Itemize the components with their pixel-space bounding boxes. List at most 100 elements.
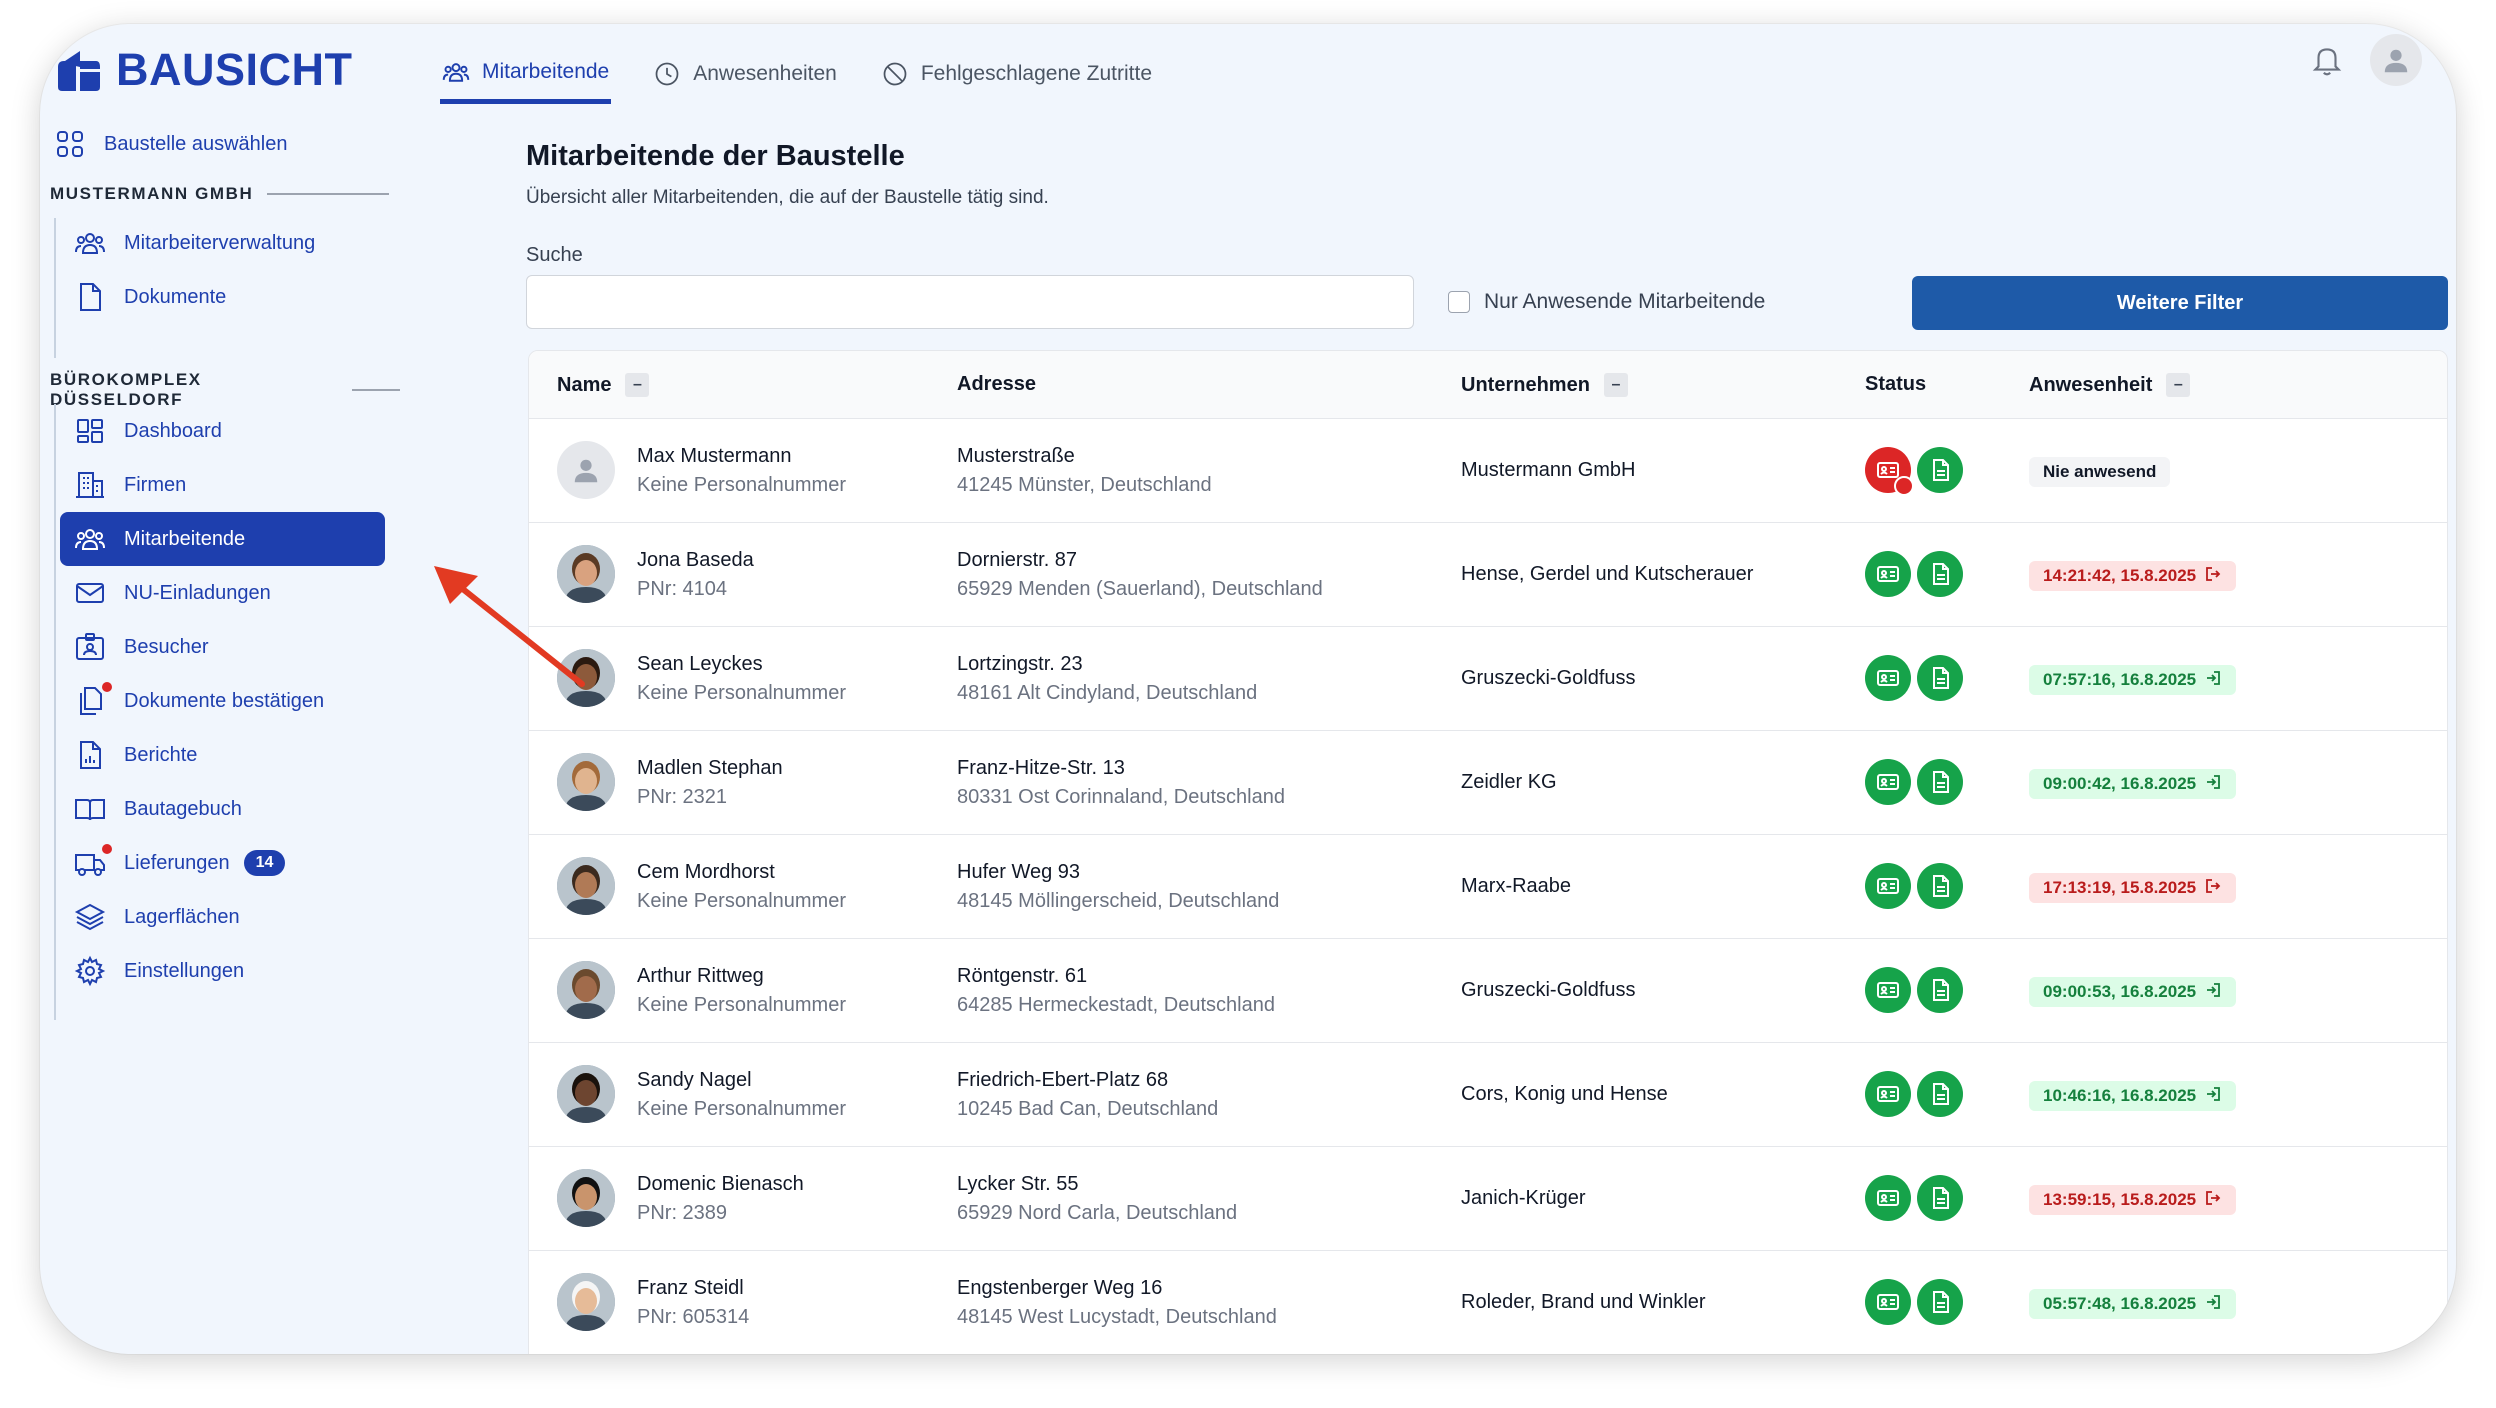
tab-mitarbeitende[interactable]: Mitarbeitende (440, 44, 612, 104)
id-card-status-icon[interactable] (1865, 1071, 1911, 1117)
address-cell: Franz-Hitze-Str. 13 80331 Ost Corinnaland… (957, 757, 1285, 809)
gear-icon (74, 955, 106, 987)
section-divider (352, 389, 400, 391)
report-icon (80, 741, 101, 769)
employee-name[interactable]: Franz Steidl (637, 1277, 749, 1300)
id-card-status-icon[interactable] (1865, 655, 1911, 701)
address-city: 65929 Menden (Sauerland), Deutschland (957, 578, 1323, 600)
address-cell: Musterstraße 41245 Münster, Deutschland (957, 445, 1212, 497)
id-card-status-icon[interactable] (1865, 1175, 1911, 1221)
employee-name[interactable]: Cem Mordhorst (637, 861, 846, 884)
attendance-badge: 07:57:16, 16.8.2025 (2029, 665, 2237, 695)
sidebar-item-bautagebuch[interactable]: Bautagebuch (60, 782, 385, 836)
employee-pnr: Keine Personalnummer (637, 682, 846, 704)
document-status-icon[interactable] (1917, 1071, 1963, 1117)
more-filters-button[interactable]: Weitere Filter (1912, 276, 2448, 330)
address-city: 41245 Münster, Deutschland (957, 474, 1212, 496)
employee-name-cell: Max Mustermann Keine Personalnummer (637, 445, 846, 497)
sort-company-button[interactable]: – (1603, 373, 1628, 397)
employee-name[interactable]: Domenic Bienasch (637, 1173, 804, 1196)
document-status-icon[interactable] (1917, 1279, 1963, 1325)
table-row[interactable]: Franz Steidl PNr: 605314 Engstenberger Weg… (529, 1251, 2447, 1354)
status-cell (1865, 759, 1963, 805)
employee-name[interactable]: Max Mustermann (637, 445, 846, 468)
sidebar-item-label: Berichte (124, 743, 198, 766)
sidebar-item-mitarbeiterverwaltung[interactable]: Mitarbeiterverwaltung (60, 216, 385, 270)
user-icon (2384, 49, 2408, 73)
document-status-icon[interactable] (1917, 967, 1963, 1013)
table-row[interactable]: Max Mustermann Keine Personalnummer Muster… (529, 419, 2447, 523)
notification-dot (102, 844, 112, 854)
avatar (557, 1273, 615, 1331)
status-cell (1865, 1071, 1963, 1117)
only-present-filter[interactable]: Nur Anwesende Mitarbeitende (1448, 290, 1765, 314)
table-row[interactable]: Arthur Rittweg Keine Personalnummer Röntge… (529, 939, 2447, 1043)
sidebar-item-firmen[interactable]: Firmen (60, 458, 385, 512)
column-label: Unternehmen (1461, 373, 1590, 396)
employee-name[interactable]: Sandy Nagel (637, 1069, 846, 1092)
search-input[interactable] (526, 275, 1414, 329)
only-present-checkbox[interactable] (1448, 291, 1470, 313)
document-status-icon[interactable] (1917, 447, 1963, 493)
app-window: BAUSICHT Baustelle auswählen MUSTERMANN … (40, 24, 2456, 1354)
employee-pnr: PNr: 4104 (637, 578, 728, 600)
table-row[interactable]: Sean Leyckes Keine Personalnummer Lortzing… (529, 627, 2447, 731)
column-label: Adresse (957, 373, 1036, 395)
address-cell: Friedrich-Ebert-Platz 68 10245 Bad Can, D… (957, 1069, 1218, 1121)
employee-name[interactable]: Madlen Stephan (637, 757, 783, 780)
id-card-status-icon[interactable] (1865, 967, 1911, 1013)
document-icon (80, 283, 101, 311)
book-icon (75, 799, 105, 821)
employee-name-cell: Sean Leyckes Keine Personalnummer (637, 653, 846, 705)
sidebar-item-mitarbeitende[interactable]: Mitarbeitende (60, 512, 385, 566)
document-status-icon[interactable] (1917, 551, 1963, 597)
bell-icon[interactable] (2310, 43, 2344, 77)
id-card-status-icon[interactable] (1865, 863, 1911, 909)
column-header-name: Name – (557, 373, 650, 397)
section-line (54, 218, 56, 358)
company-cell: Janich-Krüger (1461, 1187, 1586, 1209)
page-subtitle: Übersicht aller Mitarbeitenden, die auf … (526, 187, 1049, 208)
sidebar-item-dashboard[interactable]: Dashboard (60, 404, 385, 458)
table-row[interactable]: Madlen Stephan PNr: 2321 Franz-Hitze-Str. … (529, 731, 2447, 835)
users-icon (442, 62, 470, 82)
employee-pnr: PNr: 2321 (637, 786, 728, 808)
document-status-icon[interactable] (1917, 863, 1963, 909)
id-card-status-icon[interactable] (1865, 447, 1914, 496)
sort-attendance-button[interactable]: – (2166, 373, 2191, 397)
error-badge (1894, 476, 1914, 496)
document-status-icon[interactable] (1917, 1175, 1963, 1221)
employee-name[interactable]: Sean Leyckes (637, 653, 846, 676)
address-street: Friedrich-Ebert-Platz 68 (957, 1069, 1169, 1091)
table-row[interactable]: Cem Mordhorst Keine Personalnummer Hufer W… (529, 835, 2447, 939)
sidebar-item-einstellungen[interactable]: Einstellungen (60, 944, 385, 998)
table-row[interactable]: Jona Baseda PNr: 4104 Dornierstr. 87 65929 … (529, 523, 2447, 627)
tab-fehlgeschlagene-zutritte[interactable]: Fehlgeschlagene Zutritte (879, 44, 1154, 104)
sidebar-item-label: Dashboard (124, 419, 222, 442)
employee-name[interactable]: Jona Baseda (637, 549, 754, 572)
address-cell: Hufer Weg 93 48145 Möllingerscheid, Deuts… (957, 861, 1279, 913)
employee-name[interactable]: Arthur Rittweg (637, 965, 846, 988)
section-divider (267, 193, 390, 195)
employee-name-cell: Domenic Bienasch PNr: 2389 (637, 1173, 804, 1225)
sidebar-item-berichte[interactable]: Berichte (60, 728, 385, 782)
sidebar-item-lagerflaechen[interactable]: Lagerflächen (60, 890, 385, 944)
layers-icon (74, 903, 106, 931)
table-row[interactable]: Sandy Nagel Keine Personalnummer Friedrich… (529, 1043, 2447, 1147)
logo[interactable]: BAUSICHT (54, 44, 353, 96)
id-card-status-icon[interactable] (1865, 759, 1911, 805)
document-status-icon[interactable] (1917, 759, 1963, 805)
address-city: 10245 Bad Can, Deutschland (957, 1098, 1219, 1120)
tab-anwesenheiten[interactable]: Anwesenheiten (651, 44, 839, 104)
sidebar-item-dokumente[interactable]: Dokumente (60, 270, 385, 324)
address-street: Lycker Str. 55 (957, 1173, 1079, 1195)
sidebar-item-nu-einladungen[interactable]: NU-Einladungen (60, 566, 385, 620)
id-card-status-icon[interactable] (1865, 1279, 1911, 1325)
select-site-link[interactable]: Baustelle auswählen (54, 128, 287, 160)
user-avatar-button[interactable] (2370, 34, 2422, 86)
sort-name-button[interactable]: – (625, 373, 650, 397)
id-card-status-icon[interactable] (1865, 551, 1911, 597)
sidebar-item-besucher[interactable]: Besucher (60, 620, 385, 674)
document-status-icon[interactable] (1917, 655, 1963, 701)
table-row[interactable]: Domenic Bienasch PNr: 2389 Lycker Str. 55 6… (529, 1147, 2447, 1251)
